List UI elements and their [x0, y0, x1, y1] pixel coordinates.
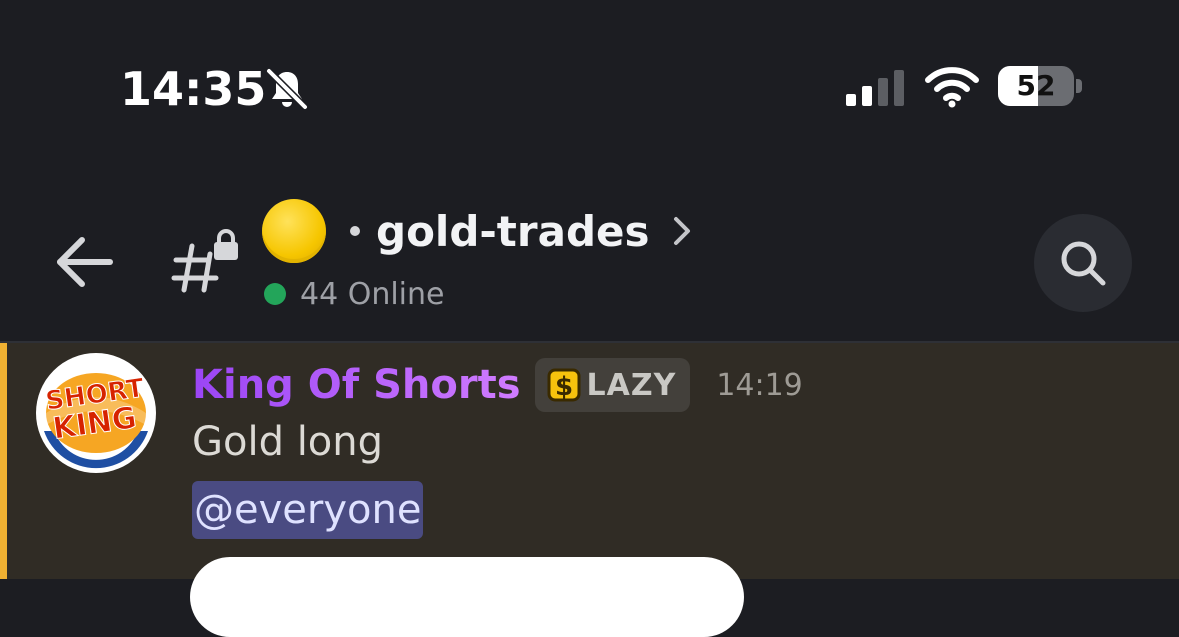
online-dot [264, 283, 286, 305]
server-tag-label: LAZY [586, 367, 677, 403]
yellow-circle-emoji [262, 199, 326, 263]
battery-icon: 52 [998, 66, 1084, 108]
message-item[interactable]: SHORT KING King Of Shorts $ LAZY 14:19 G… [0, 343, 1179, 637]
gold-coin-icon: $ [547, 368, 580, 402]
message-text: Gold long [192, 419, 384, 465]
svg-text:$: $ [554, 372, 572, 402]
online-count: 44 Online [300, 276, 445, 312]
back-arrow-icon[interactable] [54, 234, 114, 290]
chevron-right-icon [673, 217, 690, 245]
search-icon [1061, 241, 1106, 286]
channel-name: gold-trades [376, 206, 650, 256]
embed-preview[interactable] [190, 557, 744, 637]
search-button[interactable] [1034, 214, 1132, 312]
channel-title[interactable]: gold-trades [262, 196, 696, 266]
mention-highlight-bar [0, 343, 7, 579]
battery-body: 52 [998, 66, 1074, 106]
battery-level: 52 [1016, 69, 1056, 102]
locked-hash-icon [171, 229, 238, 293]
message-timestamp: 14:19 [716, 367, 803, 403]
everyone-mention[interactable]: @everyone [192, 481, 424, 539]
cellular-signal-icon [846, 70, 904, 106]
status-time: 14:35 [120, 62, 267, 116]
server-tag[interactable]: $ LAZY [534, 358, 691, 412]
separator-dot [350, 226, 360, 236]
wifi-icon [925, 67, 979, 108]
message-header: King Of Shorts $ LAZY 14:19 [192, 357, 803, 413]
bell-slash-icon [266, 68, 308, 110]
status-bar: 14:35 52 [0, 0, 1179, 150]
online-status: 44 Online [264, 274, 444, 314]
battery-nub [1076, 79, 1082, 93]
avatar[interactable]: SHORT KING [34, 351, 158, 475]
author-name[interactable]: King Of Shorts [192, 362, 521, 408]
